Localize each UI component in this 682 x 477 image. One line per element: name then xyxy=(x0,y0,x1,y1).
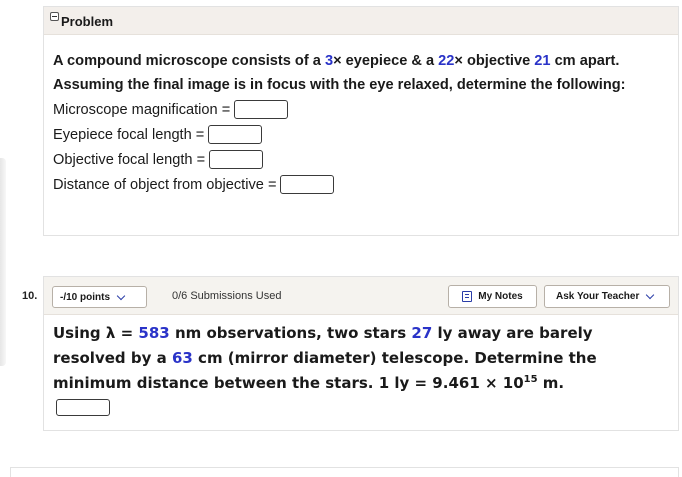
exponent: 15 xyxy=(523,374,538,385)
collapse-icon[interactable] xyxy=(50,12,59,21)
ask-your-teacher-button[interactable]: Ask Your Teacher xyxy=(544,285,670,308)
distance-value: 27 xyxy=(411,324,433,342)
question-toolbar: -/10 points 0/6 Submissions Used My Note… xyxy=(44,277,678,315)
field-label: Eyepiece focal length = xyxy=(53,126,205,143)
submissions-used: 0/6 Submissions Used xyxy=(172,290,282,302)
field-label: Objective focal length = xyxy=(53,151,206,168)
objective-magnification-value: 22 xyxy=(438,53,455,69)
wavelength-value: 583 xyxy=(138,324,170,342)
chevron-down-icon xyxy=(646,290,655,300)
field-row-object-distance: Distance of object from objective = xyxy=(53,172,678,197)
my-notes-button[interactable]: My Notes xyxy=(448,285,537,308)
field-label: Microscope magnification = xyxy=(53,101,231,118)
eyepiece-magnification-value: 3 xyxy=(324,53,334,69)
question-10-text: Using λ = 583 nm observations, two stars… xyxy=(53,324,597,392)
question-10-panel: -/10 points 0/6 Submissions Used My Note… xyxy=(43,276,679,431)
objective-focal-length-input[interactable] xyxy=(209,150,264,169)
problem-label: Problem xyxy=(61,14,114,29)
magnification-input[interactable] xyxy=(234,100,289,119)
answer-input[interactable] xyxy=(56,399,110,416)
eyepiece-focal-length-input[interactable] xyxy=(208,125,263,144)
next-question-panel xyxy=(10,467,679,477)
problem-question-text: A compound microscope consists of a 3× e… xyxy=(53,53,626,93)
field-row-eyepiece-focal-length: Eyepiece focal length = xyxy=(53,122,678,147)
points-dropdown[interactable]: -/10 points xyxy=(52,286,147,308)
notes-icon xyxy=(462,291,473,302)
object-distance-input[interactable] xyxy=(280,175,335,194)
points-label: -/10 points xyxy=(60,291,111,303)
my-notes-label: My Notes xyxy=(478,291,523,302)
problem-body: A compound microscope consists of a 3× e… xyxy=(44,35,678,197)
diameter-value: 63 xyxy=(171,349,193,367)
problem-header: Problem xyxy=(44,7,678,35)
ask-teacher-label: Ask Your Teacher xyxy=(556,291,640,302)
field-row-objective-focal-length: Objective focal length = xyxy=(53,147,678,172)
field-label: Distance of object from objective = xyxy=(53,176,277,193)
separation-value: 21 xyxy=(534,53,551,69)
problem-panel: Problem A compound microscope consists o… xyxy=(43,6,679,236)
left-edge-shadow xyxy=(0,158,6,366)
field-row-magnification: Microscope magnification = xyxy=(53,97,678,122)
chevron-down-icon xyxy=(116,291,126,300)
question-number: 10. xyxy=(22,290,38,302)
